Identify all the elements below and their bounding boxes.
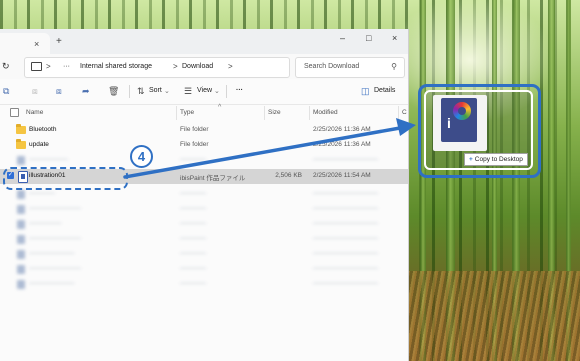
breadcrumb-internal-storage[interactable]: Internal shared storage bbox=[80, 63, 152, 70]
column-extra[interactable]: C bbox=[402, 109, 407, 116]
drag-to-desktop-callout: i + Copy to Desktop bbox=[418, 84, 541, 178]
file-explorer-window: × + – □ × ↻ > ··· Internal shared storag… bbox=[0, 29, 409, 361]
list-item[interactable]: ————— ———— —————————— bbox=[0, 217, 408, 232]
command-bar: ⧉ ⧈ ⧈ ➦ 🗑 ⇅ Sort ⌄ ☰ View ⌄ ··· ◫ Detail… bbox=[0, 79, 408, 105]
chevron-right-icon: > bbox=[46, 62, 51, 71]
tab-download[interactable]: × bbox=[0, 33, 50, 54]
step-number-badge: 4 bbox=[130, 145, 153, 168]
list-item[interactable]: —————— ———— —————————— bbox=[0, 153, 408, 168]
file-name: update bbox=[29, 141, 49, 148]
delete-icon[interactable]: 🗑 bbox=[108, 86, 119, 97]
list-item[interactable]: update File folder 2/25/2026 11:36 AM bbox=[0, 138, 408, 153]
search-box[interactable]: Search Download ⚲ bbox=[295, 57, 405, 78]
copy-icon[interactable]: ⧈ bbox=[56, 86, 62, 97]
ibispaint-app-icon: i bbox=[441, 98, 477, 142]
sort-ascending-icon: ^ bbox=[218, 104, 222, 111]
sort-button[interactable]: Sort bbox=[149, 87, 162, 94]
share-icon[interactable]: ➦ bbox=[82, 86, 90, 97]
chevron-down-icon: ⌄ bbox=[214, 88, 220, 95]
refresh-icon[interactable]: ↻ bbox=[2, 61, 10, 72]
column-type[interactable]: Type bbox=[180, 109, 194, 116]
column-size[interactable]: Size bbox=[268, 109, 281, 116]
file-size: 2,506 KB bbox=[275, 172, 302, 179]
list-item[interactable]: ———————— ———— —————————— bbox=[0, 232, 408, 247]
list-item[interactable]: ———————— ———— —————————— bbox=[0, 262, 408, 277]
list-item[interactable]: ———————— ———— —————————— bbox=[0, 202, 408, 217]
file-type: File folder bbox=[180, 141, 209, 148]
column-headers: Name ^ Type Size Modified C bbox=[0, 104, 408, 120]
highlight-selected-file bbox=[3, 167, 128, 190]
column-modified[interactable]: Modified bbox=[313, 109, 338, 116]
breadcrumb[interactable]: > ··· Internal shared storage > Download… bbox=[24, 57, 290, 78]
more-options-button[interactable]: ··· bbox=[236, 87, 243, 94]
details-button[interactable]: Details bbox=[374, 87, 395, 94]
close-tab-icon[interactable]: × bbox=[34, 39, 39, 49]
file-type: ibisPaint 作品ファイル bbox=[180, 175, 246, 182]
callout-inner: i + Copy to Desktop bbox=[424, 90, 533, 170]
dragged-file-preview: i bbox=[433, 95, 487, 151]
select-all-checkbox[interactable] bbox=[10, 108, 19, 117]
search-icon[interactable]: ⚲ bbox=[391, 62, 397, 71]
chevron-right-icon: > bbox=[228, 62, 233, 71]
file-modified: 2/25/2026 11:36 AM bbox=[313, 126, 371, 133]
tooltip-text: Copy to Desktop bbox=[474, 156, 523, 163]
list-item[interactable]: ——————— ———— —————————— bbox=[0, 247, 408, 262]
new-tab-icon[interactable]: + bbox=[56, 36, 62, 47]
file-name: Bluetooth bbox=[29, 126, 57, 133]
folder-icon bbox=[16, 124, 26, 134]
chevron-down-icon: ⌄ bbox=[164, 88, 170, 95]
minimize-icon[interactable]: – bbox=[340, 33, 345, 43]
list-item[interactable]: ——————— ———— —————————— bbox=[0, 277, 408, 292]
sort-icon[interactable]: ⇅ bbox=[137, 86, 145, 97]
device-icon bbox=[31, 62, 42, 71]
file-modified: 2/25/2026 11:36 AM bbox=[313, 141, 371, 148]
close-window-icon[interactable]: × bbox=[392, 33, 397, 43]
plus-icon: + bbox=[469, 156, 473, 163]
search-input[interactable]: Search Download bbox=[304, 63, 359, 70]
cut-icon[interactable]: ⧈ bbox=[32, 86, 38, 97]
chevron-right-icon: > bbox=[173, 62, 178, 71]
breadcrumb-download[interactable]: Download bbox=[182, 63, 213, 70]
file-type: File folder bbox=[180, 126, 209, 133]
copy-to-desktop-tooltip: + Copy to Desktop bbox=[464, 153, 528, 166]
maximize-icon[interactable]: □ bbox=[366, 33, 371, 43]
tab-bar: × + – □ × bbox=[0, 29, 408, 54]
address-bar: ↻ > ··· Internal shared storage > Downlo… bbox=[0, 54, 408, 80]
details-pane-icon[interactable]: ◫ bbox=[361, 86, 370, 97]
breadcrumb-ellipsis[interactable]: ··· bbox=[63, 63, 70, 70]
view-button[interactable]: View bbox=[197, 87, 212, 94]
new-icon[interactable]: ⧉ bbox=[3, 86, 9, 97]
view-icon[interactable]: ☰ bbox=[184, 86, 192, 97]
folder-icon bbox=[16, 139, 26, 149]
list-item[interactable]: Bluetooth File folder 2/25/2026 11:36 AM bbox=[0, 123, 408, 138]
file-modified: 2/25/2026 11:54 AM bbox=[313, 172, 371, 179]
column-name[interactable]: Name bbox=[26, 109, 43, 116]
